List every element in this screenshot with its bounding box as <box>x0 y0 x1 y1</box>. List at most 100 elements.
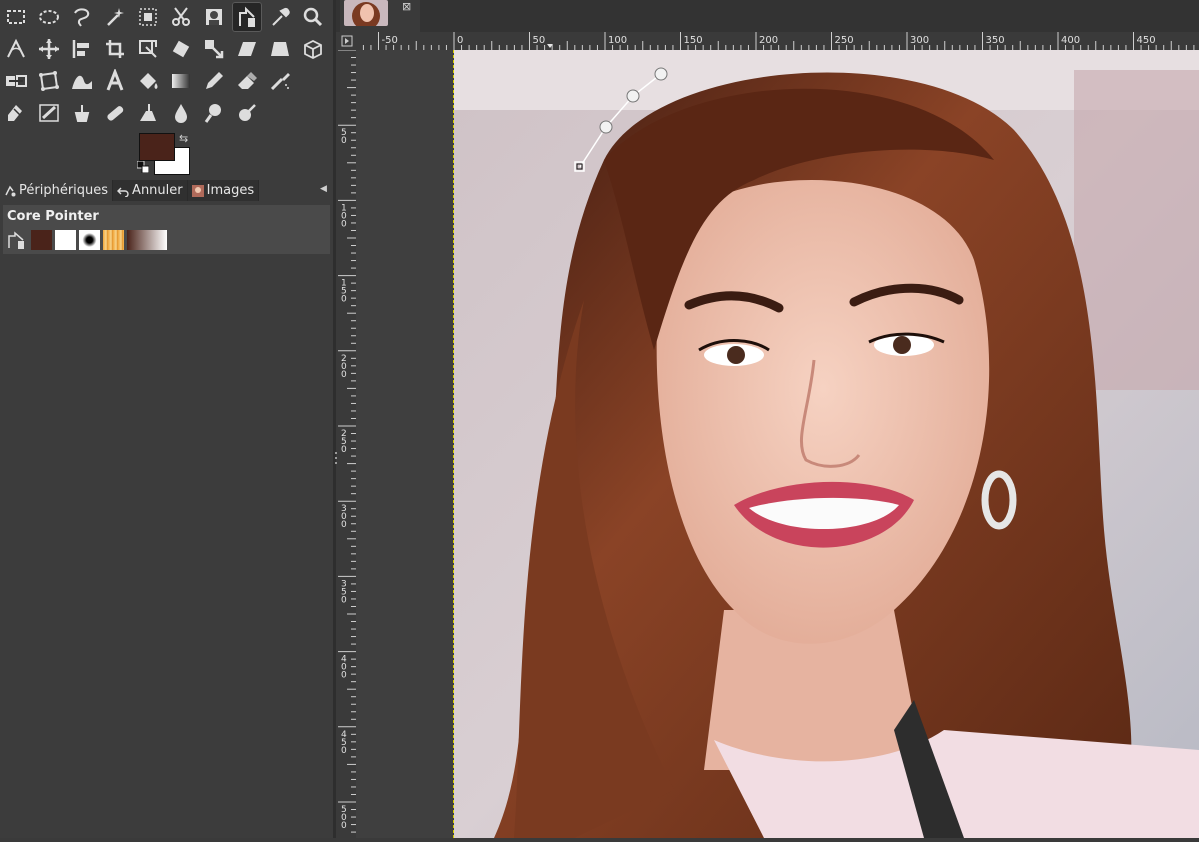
scissors-select-icon <box>172 7 190 26</box>
align-icon <box>72 40 89 58</box>
ruler-label: 350 <box>341 579 347 605</box>
fuzzy-select-tool[interactable] <box>100 2 130 32</box>
color-area: ⇆ <box>136 130 196 178</box>
clone-tool[interactable] <box>67 98 97 128</box>
3d-transform-tool[interactable] <box>298 34 328 64</box>
flip-tool[interactable] <box>1 66 31 96</box>
select-by-color-icon <box>139 8 157 26</box>
pencil-tool[interactable] <box>199 66 229 96</box>
scale-tool[interactable] <box>199 34 229 64</box>
device-gradient-swatch[interactable] <box>127 230 167 250</box>
flip-icon <box>6 75 27 87</box>
heal-icon <box>107 106 124 121</box>
tab-images[interactable]: Images <box>187 180 260 201</box>
ruler-label: 400 <box>341 655 347 681</box>
mypaint-brush-tool[interactable] <box>34 98 64 128</box>
rect-select-tool[interactable] <box>1 2 31 32</box>
panel-resize-handle[interactable] <box>334 450 338 464</box>
perspective-clone-tool[interactable] <box>133 98 163 128</box>
path-anchor-point[interactable] <box>626 89 640 103</box>
move-tool[interactable] <box>34 34 64 64</box>
device-bg-swatch[interactable] <box>55 230 76 250</box>
tab-images-label: Images <box>206 183 255 198</box>
ink-tool[interactable] <box>1 98 31 128</box>
zoom-icon <box>303 7 323 27</box>
foreground-select-tool[interactable] <box>199 2 229 32</box>
color-picker-tool[interactable] <box>265 2 295 32</box>
ellipse-select-tool[interactable] <box>34 2 64 32</box>
foreground-select-icon <box>206 9 222 25</box>
cage-transform-icon <box>39 71 59 91</box>
toolbox: ⇆ Périphériques Annuler Images ◀ Core Po… <box>0 0 336 838</box>
ruler-label: 0 <box>457 35 463 46</box>
clone-icon <box>74 105 90 122</box>
bucket-fill-tool[interactable] <box>133 66 163 96</box>
quick-mask-icon <box>341 35 353 47</box>
ruler-label: 300 <box>341 504 347 530</box>
unified-transform-tool[interactable] <box>133 34 163 64</box>
align-tool[interactable] <box>67 34 97 64</box>
warp-transform-tool[interactable] <box>67 66 97 96</box>
device-title: Core Pointer <box>7 209 99 224</box>
smudge-icon <box>204 104 221 123</box>
zoom-tool[interactable] <box>298 2 328 32</box>
device-brush-swatch[interactable] <box>79 230 100 250</box>
horizontal-ruler[interactable]: -50 0 50 100 150 200 250 300 350 400 450 <box>356 32 1199 50</box>
panel-divider[interactable] <box>333 0 336 838</box>
smudge-tool[interactable] <box>199 98 229 128</box>
shear-tool[interactable] <box>232 34 262 64</box>
crop-tool[interactable] <box>100 34 130 64</box>
ruler-label: 400 <box>1061 35 1080 46</box>
eraser-icon <box>238 72 257 89</box>
text-tool-tool[interactable] <box>100 66 130 96</box>
ruler-label: 250 <box>835 35 854 46</box>
blur-icon <box>175 104 187 123</box>
shear-icon <box>238 42 256 56</box>
heal-tool[interactable] <box>100 98 130 128</box>
gradient-icon <box>172 74 190 88</box>
close-image-icon[interactable]: ⊠ <box>402 0 411 13</box>
tab-devices-label: Périphériques <box>19 183 109 198</box>
select-by-color-tool[interactable] <box>133 2 163 32</box>
image-tab[interactable]: ⊠ <box>340 0 420 32</box>
undo-icon <box>117 187 129 197</box>
eraser-tool[interactable] <box>232 66 262 96</box>
perspective-icon <box>271 42 289 56</box>
dodge-burn-tool[interactable] <box>232 98 262 128</box>
cage-transform-tool[interactable] <box>34 66 64 96</box>
image-canvas[interactable] <box>356 50 1199 838</box>
path-anchor-point[interactable] <box>599 120 613 134</box>
move-icon <box>39 39 59 59</box>
ruler-label: 250 <box>341 429 347 455</box>
device-fg-swatch[interactable] <box>31 230 52 250</box>
free-select-tool[interactable] <box>67 2 97 32</box>
paths-tool-tool[interactable] <box>232 2 262 32</box>
ruler-label: 350 <box>986 35 1005 46</box>
path-anchor-point[interactable] <box>654 67 668 81</box>
ruler-corner[interactable] <box>338 32 356 50</box>
measure-tool[interactable] <box>1 34 31 64</box>
ruler-label: -50 <box>382 35 398 46</box>
measure-icon <box>7 38 25 58</box>
perspective-tool[interactable] <box>265 34 295 64</box>
blur-tool[interactable] <box>166 98 196 128</box>
default-colors-icon[interactable] <box>137 161 149 173</box>
gradient-tool[interactable] <box>166 66 196 96</box>
vertical-ruler[interactable]: 50 100 150 200 250 300 350 400 450 500 <box>338 49 356 838</box>
tab-devices[interactable]: Périphériques <box>0 180 114 201</box>
airbrush-tool[interactable] <box>265 66 295 96</box>
ink-icon <box>8 105 22 121</box>
foreground-color-swatch[interactable] <box>139 133 175 161</box>
tab-undo[interactable]: Annuler <box>113 180 188 201</box>
dock-menu-icon[interactable]: ◀ <box>320 184 330 194</box>
ruler-label: 150 <box>684 35 703 46</box>
swap-colors-icon[interactable]: ⇆ <box>179 132 188 145</box>
ruler-label: 50 <box>533 35 546 46</box>
rotate-tool[interactable] <box>166 34 196 64</box>
ruler-label: 150 <box>341 279 347 305</box>
device-pattern-swatch[interactable] <box>103 230 124 250</box>
bucket-fill-icon <box>140 73 158 89</box>
airbrush-icon <box>270 73 290 91</box>
path-overlay[interactable] <box>356 50 1199 838</box>
scissors-select-tool[interactable] <box>166 2 196 32</box>
